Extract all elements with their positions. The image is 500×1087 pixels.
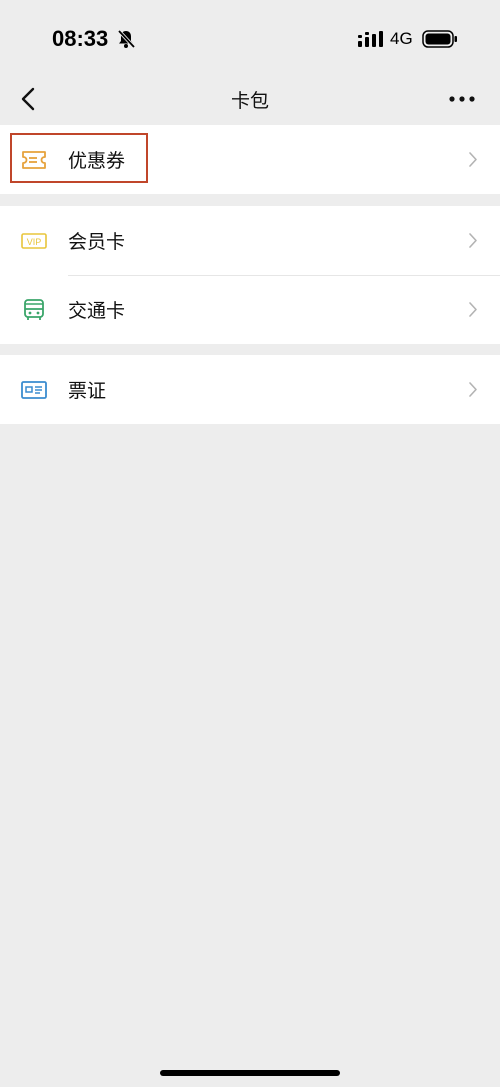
list-item-label: 交通卡 xyxy=(68,300,126,322)
status-time: 08:33 xyxy=(52,26,109,51)
chevron-right-icon xyxy=(469,302,477,317)
tickets-group: 票证 xyxy=(0,355,500,424)
list-item-tickets[interactable]: 票证 xyxy=(0,355,500,424)
network-type: 4G xyxy=(390,29,413,48)
page-title: 卡包 xyxy=(230,90,269,112)
coupon-group: 优惠券 xyxy=(0,125,500,194)
list-item-label: 优惠券 xyxy=(68,150,126,172)
chevron-right-icon xyxy=(469,233,477,248)
status-bar: 08:33 4G xyxy=(0,0,500,76)
vip-card-icon: VIP xyxy=(21,233,47,249)
chevron-right-icon xyxy=(469,382,477,397)
bell-slash-icon xyxy=(117,29,136,49)
list-item-label: 票证 xyxy=(68,380,107,402)
cards-group: VIP 会员卡 交通卡 xyxy=(0,206,500,344)
id-card-icon xyxy=(21,381,47,399)
list-item-coupons[interactable]: 优惠券 xyxy=(0,125,500,194)
home-indicator[interactable] xyxy=(160,1070,340,1076)
list-item-label: 会员卡 xyxy=(68,231,126,253)
bus-icon xyxy=(24,299,44,320)
coupon-icon xyxy=(22,151,46,169)
navigation-bar: 卡包 xyxy=(0,76,500,122)
list-item-membership-cards[interactable]: VIP 会员卡 xyxy=(0,206,500,275)
chevron-right-icon xyxy=(469,152,477,167)
battery-icon xyxy=(422,30,457,48)
ellipsis-icon[interactable] xyxy=(444,84,480,114)
list-item-transit-cards[interactable]: 交通卡 xyxy=(0,275,500,344)
card-wallet-screen: 08:33 4G 卡包 优惠券 VIP 会员卡 交通卡 票证 xyxy=(0,0,500,1087)
cellular-signal-icon xyxy=(358,31,383,47)
svg-text:VIP: VIP xyxy=(27,237,42,247)
